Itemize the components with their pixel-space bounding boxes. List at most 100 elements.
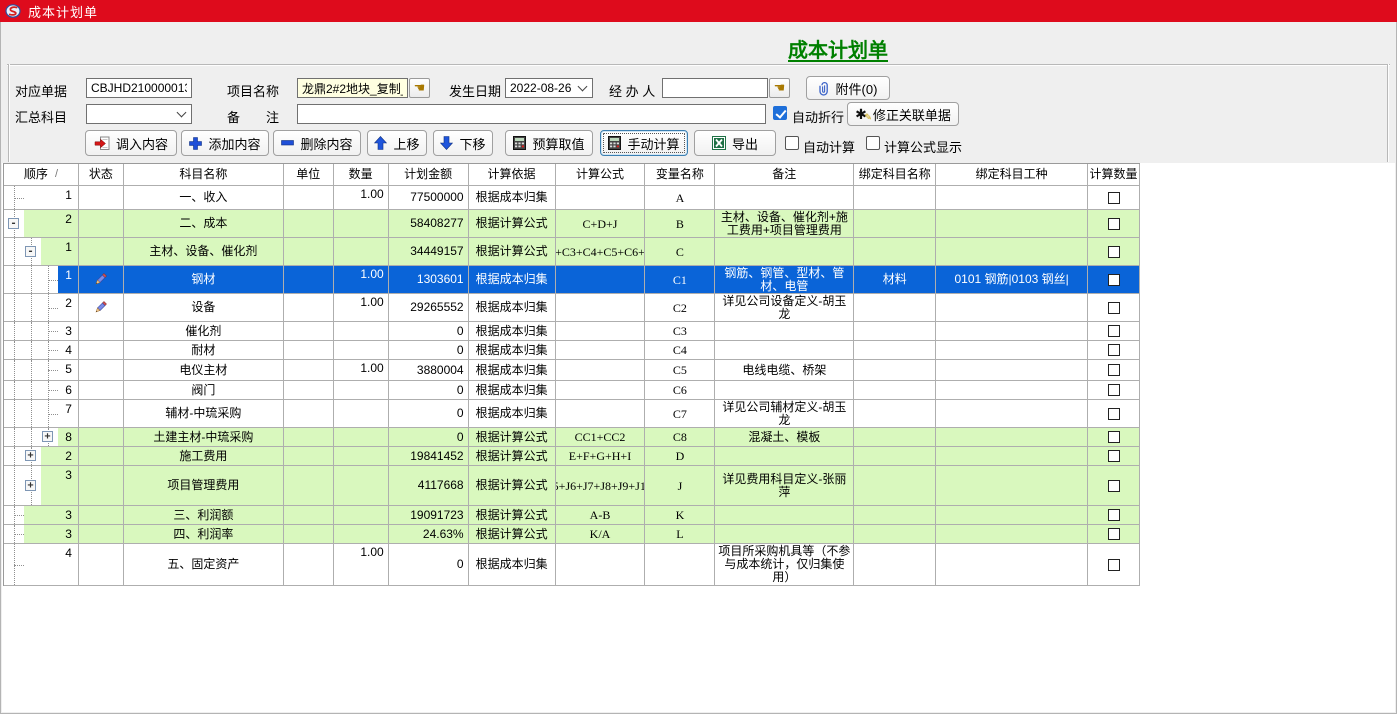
autowrap-checkbox[interactable]	[773, 106, 787, 120]
table-row[interactable]: 3催化剂0根据成本归集C3	[4, 322, 1140, 341]
manual-calc-button[interactable]: 手动计算	[600, 130, 688, 156]
calc-qty-checkbox[interactable]	[1108, 408, 1120, 420]
col-header-1[interactable]: 状态	[79, 164, 124, 185]
fix-related-docs-button[interactable]: ✱✎ 修正关联单据	[847, 102, 959, 126]
calc-qty-checkbox[interactable]	[1108, 274, 1120, 286]
col-header-11[interactable]: 绑定科目工种	[936, 164, 1088, 185]
table-row[interactable]: -1主材、设备、催化剂34449157根据计算公式C1+C2+C3+C4+C5+…	[4, 238, 1140, 266]
calc-qty-checkbox[interactable]	[1108, 431, 1120, 443]
table-row[interactable]: 4耐材0根据成本归集C4	[4, 341, 1140, 360]
var-name-cell: B	[645, 210, 715, 237]
calc-qty-checkbox[interactable]	[1108, 384, 1120, 396]
remark-input[interactable]	[297, 104, 766, 124]
remark-label: 备 注	[227, 107, 279, 126]
calc-qty-cell	[1088, 381, 1140, 399]
delete-content-button[interactable]: 删除内容	[273, 130, 361, 156]
collapse-icon[interactable]: -	[8, 218, 19, 229]
table-row[interactable]: 5电仪主材1.003880004根据成本归集C5电线电缆、桥架	[4, 360, 1140, 381]
attachment-button[interactable]: 附件(0)	[806, 76, 890, 100]
move-up-button[interactable]: 上移	[367, 130, 427, 156]
move-down-button[interactable]: 下移	[433, 130, 493, 156]
doc-no-input[interactable]	[86, 78, 192, 98]
expand-icon[interactable]: +	[25, 450, 36, 461]
plan-amount-cell: 4117668	[389, 466, 469, 505]
calc-qty-checkbox[interactable]	[1108, 325, 1120, 337]
add-content-button[interactable]: 添加内容	[181, 130, 269, 156]
table-row[interactable]: 2设备1.0029265552根据成本归集C2详见公司设备定义-胡玉龙	[4, 294, 1140, 322]
sort-indicator: /	[55, 168, 58, 181]
fix-related-label: 修正关联单据	[873, 105, 951, 124]
calc-formula-cell	[556, 360, 646, 380]
col-header-2[interactable]: 科目名称	[124, 164, 284, 185]
col-header-4[interactable]: 数量	[334, 164, 389, 185]
note-cell: 项目所采购机具等（不参与成本统计，仅归集使用）	[715, 544, 854, 585]
export-button[interactable]: 导出	[694, 130, 776, 156]
calc-qty-checkbox[interactable]	[1108, 364, 1120, 376]
calc-qty-checkbox[interactable]	[1108, 450, 1120, 462]
expand-icon[interactable]: +	[42, 431, 53, 442]
handler-picker-button[interactable]: ☚	[769, 78, 790, 98]
col-header-5[interactable]: 计划金额	[389, 164, 469, 185]
chevron-down-icon	[578, 81, 588, 91]
calc-formula-cell	[556, 322, 646, 340]
tree-guide-line	[14, 466, 15, 505]
plan-amount-cell: 24.63%	[389, 525, 469, 543]
calc-qty-cell	[1088, 210, 1140, 237]
expand-icon[interactable]: +	[25, 480, 36, 491]
table-row[interactable]: 4五、固定资产1.000根据成本归集项目所采购机具等（不参与成本统计，仅归集使用…	[4, 544, 1140, 586]
bind-worktype-cell	[936, 428, 1088, 446]
calc-qty-checkbox[interactable]	[1108, 509, 1120, 521]
col-header-10[interactable]: 绑定科目名称	[854, 164, 936, 185]
table-row[interactable]: 3三、利润额19091723根据计算公式A-BK	[4, 506, 1140, 525]
import-content-button[interactable]: 调入内容	[85, 130, 177, 156]
table-row-selected[interactable]: 1钢材1.001303601根据成本归集C1钢筋、钢管、型材、管材、电管材料01…	[4, 266, 1140, 294]
bind-worktype-cell	[936, 466, 1088, 505]
calc-qty-checkbox[interactable]	[1108, 528, 1120, 540]
calc-qty-checkbox[interactable]	[1108, 302, 1120, 314]
calc-qty-checkbox[interactable]	[1108, 480, 1120, 492]
subject-name-cell: 主材、设备、催化剂	[124, 238, 284, 265]
col-header-7[interactable]: 计算公式	[556, 164, 646, 185]
table-row[interactable]: 6阀门0根据成本归集C6	[4, 381, 1140, 400]
table-row[interactable]: 1一、收入1.0077500000根据成本归集A	[4, 186, 1140, 210]
calc-qty-cell	[1088, 238, 1140, 265]
table-row[interactable]: +3项目管理费用4117668根据计算公式J1+J2+J3+J4+J5+J6+J…	[4, 466, 1140, 506]
plan-amount-cell: 0	[389, 381, 469, 399]
col-header-12[interactable]: 计算数量	[1088, 164, 1140, 185]
budget-fetch-button[interactable]: 预算取值	[505, 130, 593, 156]
tree-seq-cell: 7	[4, 400, 79, 427]
auto-calc-checkbox[interactable]	[785, 136, 799, 150]
table-row[interactable]: 7辅材-中琉采购0根据成本归集C7详见公司辅材定义-胡玉龙	[4, 400, 1140, 428]
col-header-3[interactable]: 单位	[284, 164, 334, 185]
project-input[interactable]	[297, 78, 408, 98]
col-header-6[interactable]: 计算依据	[469, 164, 556, 185]
calc-qty-checkbox[interactable]	[1108, 246, 1120, 258]
calc-qty-checkbox[interactable]	[1108, 559, 1120, 571]
table-row[interactable]: -2二、成本58408277根据计算公式C+D+JB主材、设备、催化剂+施工费用…	[4, 210, 1140, 238]
handler-input[interactable]	[662, 78, 768, 98]
col-header-8[interactable]: 变量名称	[645, 164, 715, 185]
calc-qty-checkbox[interactable]	[1108, 218, 1120, 230]
unit-cell	[284, 266, 334, 293]
date-select[interactable]: 2022-08-26	[505, 78, 593, 98]
calc-qty-cell	[1088, 266, 1140, 293]
tree-guide-line	[48, 350, 58, 351]
bind-worktype-cell	[936, 294, 1088, 321]
table-row[interactable]: +8土建主材-中琉采购0根据计算公式CC1+CC2C8混凝土、模板	[4, 428, 1140, 447]
bind-subject-cell: 材料	[854, 266, 936, 293]
plan-amount-cell: 3880004	[389, 360, 469, 380]
table-row[interactable]: +2施工费用19841452根据计算公式E+F+G+H+ID	[4, 447, 1140, 466]
calc-qty-checkbox[interactable]	[1108, 344, 1120, 356]
var-name-cell: C4	[645, 341, 715, 359]
table-row[interactable]: 3四、利润率24.63%根据计算公式K/AL	[4, 525, 1140, 544]
calc-qty-checkbox[interactable]	[1108, 192, 1120, 204]
project-picker-button[interactable]: ☚	[409, 78, 430, 98]
col-header-0[interactable]: 顺序/	[4, 164, 79, 185]
plan-amount-cell: 34449157	[389, 238, 469, 265]
calc-qty-cell	[1088, 466, 1140, 505]
col-header-9[interactable]: 备注	[715, 164, 854, 185]
handler-label: 经 办 人	[609, 81, 655, 100]
show-formula-checkbox[interactable]	[866, 136, 880, 150]
collapse-icon[interactable]: -	[25, 246, 36, 257]
summary-subject-select[interactable]	[86, 104, 192, 124]
